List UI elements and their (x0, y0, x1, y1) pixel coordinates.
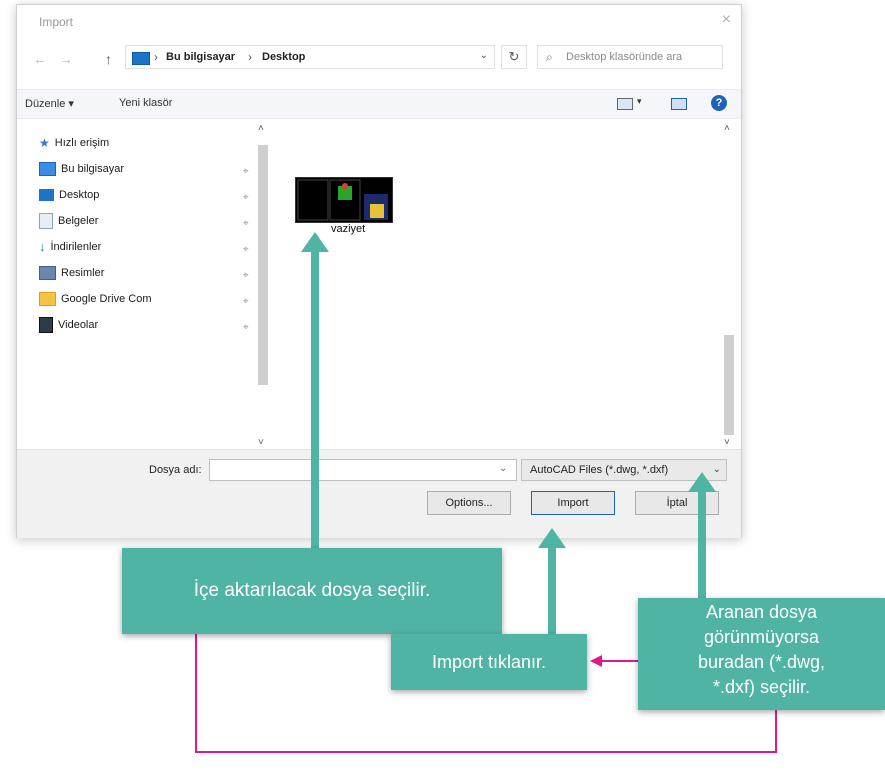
callout-line: buradan (*.dwg, (697, 652, 826, 672)
callout-file-type-hint: Aranan dosya görünmüyorsa buradan (*.dwg… (638, 598, 885, 710)
arrow-to-file-type (688, 472, 716, 598)
callout-line: Aranan dosya (705, 602, 818, 622)
callout-line: *.dxf) seçilir. (712, 677, 811, 697)
arrow-to-file (301, 232, 329, 550)
callout-select-file: İçe aktarılacak dosya seçilir. (122, 548, 502, 634)
callout-click-import: Import tıklanır. (391, 634, 587, 690)
callout-line: görünmüyorsa (703, 627, 820, 647)
arrow-magenta-left (590, 655, 640, 667)
arrow-to-import (538, 528, 566, 635)
